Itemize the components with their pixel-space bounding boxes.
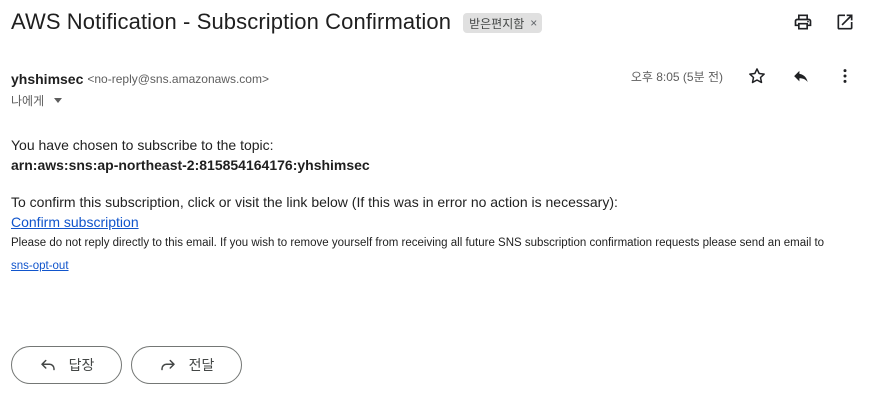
timestamp: 오후 8:05 (5분 전): [630, 69, 723, 84]
recipient-row[interactable]: 나에게: [11, 92, 63, 109]
inbox-label-chip[interactable]: 받은편지함 ×: [463, 13, 543, 33]
open-in-new-window-icon[interactable]: [835, 12, 855, 32]
email-subject: AWS Notification - Subscription Confirma…: [11, 9, 452, 34]
recipient-label: 나에게: [11, 94, 45, 108]
email-body: You have chosen to subscribe to the topi…: [11, 135, 855, 274]
reply-button-label: 답장: [68, 357, 95, 373]
reply-forward-buttons: 답장 전달: [11, 346, 242, 384]
body-line-1: You have chosen to subscribe to the topi…: [11, 137, 274, 153]
body-line-2: To confirm this subscription, click or v…: [11, 194, 618, 210]
remove-label-icon[interactable]: ×: [530, 17, 537, 29]
topic-arn: arn:aws:sns:ap-northeast-2:815854164176:…: [11, 157, 370, 173]
sns-opt-out-link[interactable]: sns-opt-out: [11, 260, 69, 272]
chevron-down-icon[interactable]: [54, 98, 63, 103]
email-view: AWS Notification - Subscription Confirma…: [0, 0, 875, 410]
subject-actions: [793, 6, 855, 38]
footer-text: Please do not reply directly to this ema…: [11, 237, 825, 249]
sender-row: yhshimsec <no-reply@sns.amazonaws.com> 오…: [11, 68, 855, 90]
inbox-label-text: 받은편지함: [469, 16, 525, 31]
confirm-subscription-link[interactable]: Confirm subscription: [11, 214, 139, 230]
print-icon[interactable]: [793, 12, 813, 32]
reply-icon: [39, 356, 57, 374]
reply-icon[interactable]: [791, 66, 811, 86]
subject-row: AWS Notification - Subscription Confirma…: [11, 6, 855, 38]
sender-name[interactable]: yhshimsec: [11, 71, 83, 87]
forward-button-label: 전달: [188, 357, 215, 373]
reply-button[interactable]: 답장: [11, 346, 122, 384]
message-actions: 오후 8:05 (5분 전): [631, 66, 855, 86]
forward-button[interactable]: 전달: [131, 346, 242, 384]
forward-icon: [159, 356, 177, 374]
more-vert-icon[interactable]: [835, 66, 855, 86]
sender-email: <no-reply@sns.amazonaws.com>: [87, 72, 269, 86]
star-icon[interactable]: [747, 66, 767, 86]
